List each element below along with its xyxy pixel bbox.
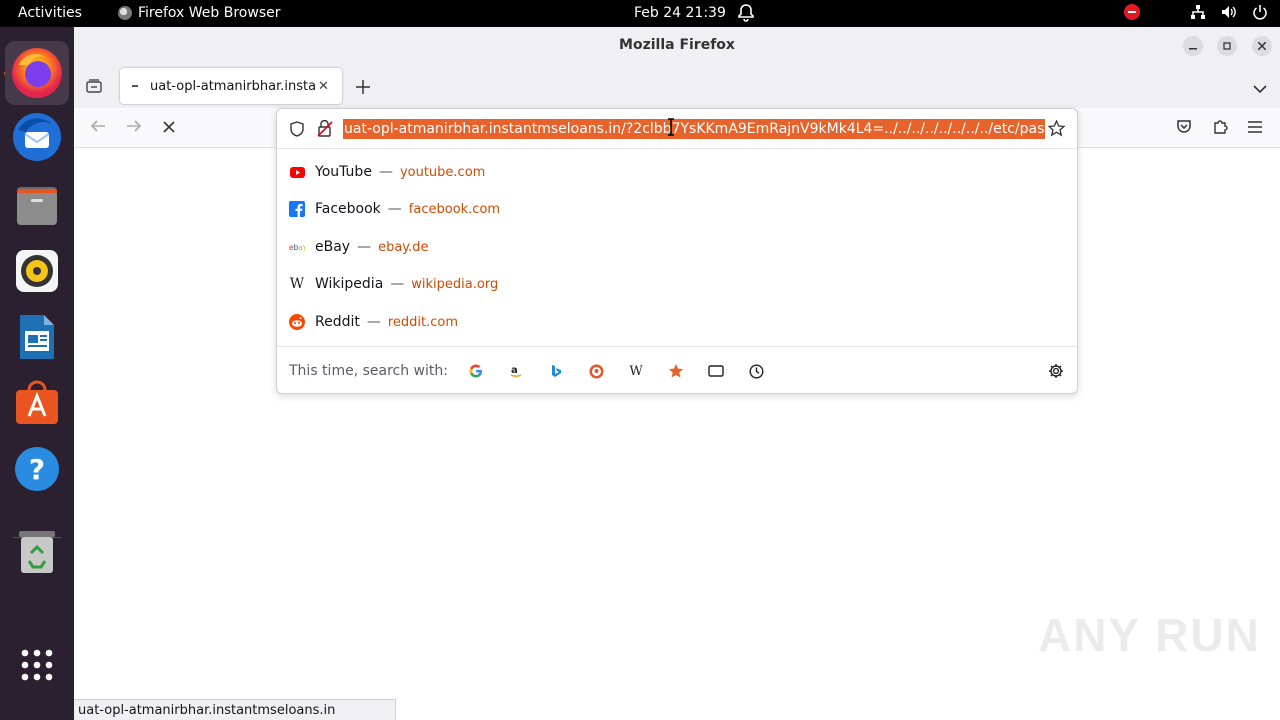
system-tray[interactable]	[1124, 4, 1268, 20]
app-center-icon	[16, 380, 58, 424]
dock-firefox[interactable]	[5, 41, 69, 105]
pocket-button[interactable]	[1176, 118, 1192, 139]
forward-button[interactable]	[126, 118, 142, 139]
app-menu[interactable]: Firefox Web Browser	[118, 5, 281, 21]
title-bar[interactable]: Mozilla Firefox	[74, 27, 1280, 64]
minimize-button[interactable]	[1183, 36, 1203, 56]
suggestion-youtube[interactable]: YouTube — youtube.com	[289, 154, 485, 190]
window-title: Mozilla Firefox	[619, 37, 735, 53]
extensions-button[interactable]	[1212, 118, 1228, 139]
suggestion-wikipedia[interactable]: W Wikipedia — wikipedia.org	[289, 266, 498, 302]
one-off-search-row: This time, search with: a W	[277, 346, 1077, 394]
bookmarks-icon[interactable]	[666, 361, 686, 381]
ebay-icon: ebay	[289, 239, 305, 255]
hamburger-icon	[1248, 121, 1262, 133]
svg-text:?: ?	[29, 453, 45, 486]
dock-files[interactable]	[5, 173, 69, 237]
dock-libreoffice-writer[interactable]	[5, 305, 69, 369]
search-with-label: This time, search with:	[289, 363, 448, 379]
app-grid-icon	[21, 649, 53, 681]
dock-trash[interactable]	[5, 520, 69, 584]
show-apps-button[interactable]	[5, 633, 69, 697]
plus-icon	[356, 80, 370, 94]
suggestion-reddit[interactable]: Reddit — reddit.com	[289, 304, 458, 340]
tab-active[interactable]: uat-opl-atmanirbhar.insta ✕	[120, 68, 342, 104]
bookmark-star-button[interactable]	[1047, 119, 1066, 141]
urlbar-popup: uat-opl-atmanirbhar.instantmseloans.in/?…	[276, 108, 1078, 394]
app-menu-button[interactable]	[1248, 118, 1262, 139]
volume-icon	[1222, 6, 1236, 18]
tab-label: uat-opl-atmanirbhar.insta	[150, 78, 316, 94]
anyrun-watermark: ANY RUN	[1038, 609, 1261, 661]
stop-icon	[163, 121, 175, 133]
suggestion-ebay[interactable]: ebay eBay — ebay.de	[289, 229, 429, 265]
firefox-view-icon	[86, 79, 102, 93]
list-all-tabs-button[interactable]	[1253, 79, 1267, 98]
tabs-icon[interactable]	[706, 361, 726, 381]
firefox-view-button[interactable]	[86, 78, 102, 98]
forward-arrow-icon	[127, 120, 142, 132]
pocket-icon	[1177, 120, 1191, 133]
writer-icon	[20, 315, 54, 359]
dock-app-center[interactable]	[5, 371, 69, 435]
trash-icon	[19, 531, 55, 573]
svg-text:ebay: ebay	[289, 243, 305, 251]
gnome-top-bar: Activities Firefox Web Browser Feb 24 21…	[0, 0, 1280, 27]
status-panel: uat-opl-atmanirbhar.instantmseloans.in	[74, 699, 396, 720]
back-button[interactable]	[90, 118, 106, 139]
do-not-disturb-icon	[1124, 4, 1140, 20]
activities-button[interactable]: Activities	[18, 5, 82, 21]
puzzle-icon	[1214, 120, 1228, 134]
new-tab-button[interactable]	[356, 75, 370, 99]
text-cursor-icon	[667, 118, 675, 140]
thunderbird-icon	[13, 113, 61, 161]
bing-icon[interactable]	[546, 361, 566, 381]
rhythmbox-icon	[16, 250, 58, 292]
notification-bell-icon[interactable]	[738, 4, 754, 26]
star-outline-icon	[1047, 119, 1066, 137]
search-settings-button[interactable]	[1046, 361, 1066, 381]
restore-icon	[1223, 42, 1231, 50]
google-icon[interactable]	[466, 361, 486, 381]
tab-loading-icon	[132, 85, 138, 87]
app-menu-label: Firefox Web Browser	[138, 5, 281, 21]
duckduckgo-icon[interactable]	[586, 361, 606, 381]
suggestion-facebook[interactable]: Facebook — facebook.com	[289, 191, 500, 227]
reddit-icon	[289, 314, 305, 330]
wikipedia-icon: W	[289, 276, 305, 292]
stop-button[interactable]	[162, 118, 176, 139]
dock-rhythmbox[interactable]	[5, 239, 69, 303]
gear-icon	[1049, 364, 1063, 378]
help-icon: ?	[15, 447, 59, 491]
urlbar[interactable]: uat-opl-atmanirbhar.instantmseloans.in/?…	[277, 109, 1077, 149]
dock: ?	[0, 27, 74, 720]
maximize-button[interactable]	[1217, 36, 1237, 56]
wikipedia-engine-icon[interactable]: W	[626, 361, 646, 381]
tracking-protection-icon[interactable]	[290, 121, 304, 141]
power-icon	[1253, 5, 1267, 20]
dock-help[interactable]: ?	[5, 437, 69, 501]
files-icon	[17, 187, 57, 225]
firefox-small-icon	[118, 6, 132, 20]
tab-bar: uat-opl-atmanirbhar.insta ✕	[74, 64, 1280, 108]
url-input[interactable]: uat-opl-atmanirbhar.instantmseloans.in/?…	[343, 119, 1045, 139]
history-icon[interactable]	[746, 361, 766, 381]
chevron-down-icon	[1253, 85, 1267, 94]
tab-close-icon[interactable]: ✕	[318, 79, 329, 94]
close-icon	[1258, 42, 1266, 50]
network-icon	[1191, 5, 1205, 19]
insecure-lock-icon[interactable]	[317, 119, 333, 141]
dock-thunderbird[interactable]	[5, 105, 69, 169]
youtube-icon	[289, 164, 305, 180]
minimize-icon	[1189, 48, 1197, 50]
firefox-icon	[12, 48, 62, 98]
svg-text:a: a	[511, 365, 518, 376]
facebook-icon	[289, 201, 305, 217]
back-arrow-icon	[90, 120, 105, 132]
clock[interactable]: Feb 24 21:39	[634, 5, 726, 21]
close-window-button[interactable]	[1252, 36, 1272, 56]
amazon-icon[interactable]: a	[506, 361, 526, 381]
